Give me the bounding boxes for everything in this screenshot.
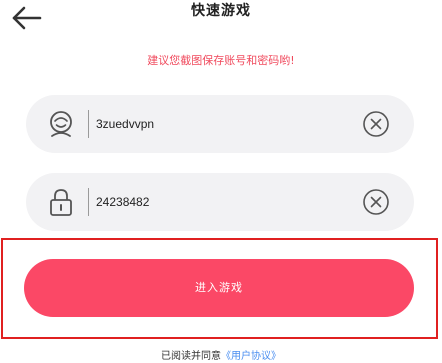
password-field[interactable]: 24238482 — [26, 173, 414, 231]
field-divider — [88, 188, 89, 216]
page-title: 快速游戏 — [191, 3, 251, 19]
agreement-prefix: 已阅读并同意 — [161, 351, 221, 362]
clear-password-button[interactable] — [362, 188, 390, 216]
save-credentials-notice: 建议您截图保存账号和密码哟! — [147, 54, 295, 67]
clear-circle-icon — [363, 189, 389, 215]
account-value[interactable]: 3zuedvvpn — [96, 95, 154, 153]
clear-circle-icon — [363, 111, 389, 137]
user-avatar-icon — [46, 109, 76, 139]
lock-icon — [46, 187, 76, 217]
password-value[interactable]: 24238482 — [96, 173, 149, 231]
enter-game-button[interactable]: 进入游戏 — [24, 259, 414, 317]
agreement-text: 已阅读并同意《用户协议》 — [0, 347, 442, 362]
user-agreement-link[interactable]: 《用户协议》 — [221, 351, 281, 362]
clear-account-button[interactable] — [362, 110, 390, 138]
field-divider — [88, 110, 89, 138]
account-field[interactable]: 3zuedvvpn — [26, 95, 414, 153]
